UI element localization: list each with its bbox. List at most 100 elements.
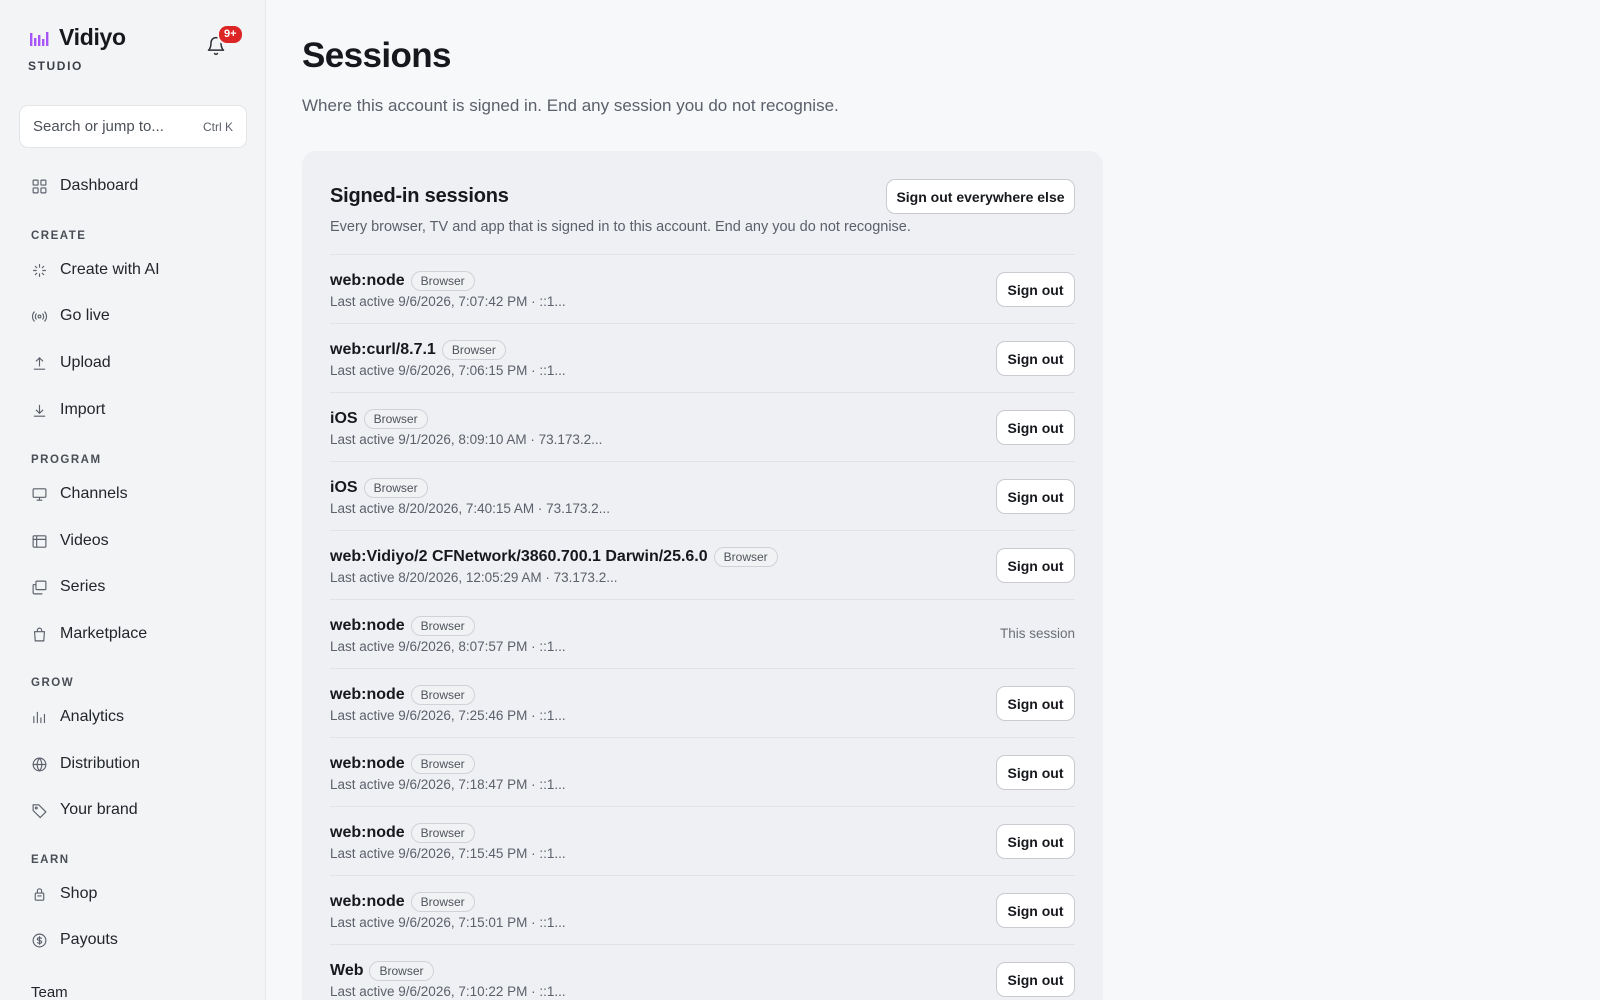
session-type-badge: Browser — [410, 271, 475, 291]
session-last-active: Last active 9/6/2026, 7:15:45 PM · ::1..… — [330, 846, 566, 861]
session-last-active: Last active 9/1/2026, 8:09:10 AM · 73.17… — [330, 432, 603, 447]
bar-chart-icon — [33, 711, 46, 723]
nav-item-label: Shop — [60, 885, 98, 902]
session-row: web:node Browser Last active 9/6/2026, 8:0… — [330, 599, 1075, 668]
session-row: web:node Browser Last active 9/6/2026, 7:1… — [330, 875, 1075, 944]
session-row: Web Browser Last active 9/6/2026, 7:10:22 … — [330, 944, 1075, 1000]
nav-item-shop[interactable]: Shop — [31, 881, 241, 907]
session-last-active: Last active 9/6/2026, 7:07:42 PM · ::1..… — [330, 294, 566, 309]
sign-out-button[interactable]: Sign out — [996, 893, 1075, 928]
session-last-active: Last active 9/6/2026, 7:10:22 PM · ::1..… — [330, 984, 566, 999]
brand-name: Vidiyo — [59, 24, 126, 50]
nav-item-dashboard[interactable]: Dashboard — [31, 173, 241, 199]
session-type-badge: Browser — [410, 754, 475, 774]
session-name-group: web:node Browser — [330, 823, 475, 843]
session-name-group: iOS Browser — [330, 478, 428, 498]
nav-section-earn: EARN — [31, 854, 70, 866]
stack-icon — [32, 580, 47, 594]
broadcast-icon — [32, 310, 47, 322]
sign-out-button[interactable]: Sign out — [996, 341, 1075, 376]
session-last-active: Last active 8/20/2026, 12:05:29 AM · 73.… — [330, 570, 618, 585]
session-list: web:node Browser Last active 9/6/2026, 7:0… — [330, 254, 1075, 1000]
card-description: Every browser, TV and app that is signed… — [330, 219, 911, 235]
session-device-name: web:node — [330, 617, 405, 634]
session-row: web:node Browser Last active 9/6/2026, 7:0… — [330, 254, 1075, 323]
sign-out-button[interactable]: Sign out — [996, 410, 1075, 445]
nav-item-label: Dashboard — [60, 177, 139, 194]
nav-item-label: Import — [60, 401, 106, 418]
sign-out-button[interactable]: Sign out — [996, 755, 1075, 790]
session-device-name: web:node — [330, 272, 405, 289]
session-type-badge: Browser — [363, 409, 428, 429]
session-device-name: iOS — [330, 410, 358, 427]
sign-out-button[interactable]: Sign out — [996, 686, 1075, 721]
nav-item-label: Analytics — [60, 708, 125, 725]
session-name-group: web:node Browser — [330, 685, 475, 705]
nav-item-label: Create with AI — [60, 261, 160, 278]
nav-section-grow: GROW — [31, 677, 75, 689]
session-type-badge: Browser — [369, 961, 434, 981]
session-device-name: web:node — [330, 755, 405, 772]
nav-item-upload[interactable]: Upload — [31, 350, 241, 376]
nav-item-distribution[interactable]: Distribution — [31, 751, 241, 777]
nav-item-label: Series — [60, 578, 106, 595]
notifications-button[interactable]: 9+ — [206, 24, 244, 60]
nav-item-label: Marketplace — [60, 625, 148, 642]
session-last-active: Last active 9/6/2026, 7:06:15 PM · ::1..… — [330, 363, 566, 378]
nav-section-program: PROGRAM — [31, 454, 102, 466]
nav-item-import[interactable]: Import — [31, 397, 241, 423]
card-title: Signed-in sessions — [330, 185, 509, 207]
session-type-badge: Browser — [713, 547, 778, 567]
session-name-group: Web Browser — [330, 961, 434, 981]
session-device-name: web:node — [330, 824, 405, 841]
nav-item-analytics[interactable]: Analytics — [31, 704, 241, 730]
brand-subtitle: STUDIO — [28, 59, 83, 73]
grid-icon — [32, 179, 47, 193]
sign-out-everywhere-button[interactable]: Sign out everywhere else — [886, 179, 1075, 214]
session-device-name: web:curl/8.7.1 — [330, 341, 436, 358]
sign-out-button[interactable]: Sign out — [996, 962, 1075, 997]
session-device-name: Web — [330, 962, 364, 979]
search-input[interactable]: Search or jump to... Ctrl K — [19, 105, 247, 148]
sign-out-button[interactable]: Sign out — [996, 548, 1075, 583]
session-name-group: web:curl/8.7.1 Browser — [330, 340, 506, 360]
nav-item-marketplace[interactable]: Marketplace — [31, 621, 241, 647]
sign-out-button[interactable]: Sign out — [996, 479, 1075, 514]
session-type-badge: Browser — [410, 685, 475, 705]
session-device-name: web:Vidiyo/2 CFNetwork/3860.700.1 Darwin… — [330, 548, 708, 565]
nav-item-series[interactable]: Series — [31, 574, 241, 600]
download-icon — [33, 404, 46, 417]
nav-item-go-live[interactable]: Go live — [31, 303, 241, 329]
nav-item-label: Videos — [60, 532, 109, 549]
page-subtitle: Where this account is signed in. End any… — [302, 96, 839, 115]
session-row: web:node Browser Last active 9/6/2026, 7:1… — [330, 806, 1075, 875]
shopping-bag-icon — [33, 627, 46, 641]
signed-in-sessions-card: Signed-in sessions Sign out everywhere e… — [302, 151, 1103, 1000]
brand[interactable]: Vidiyo STUDIO — [28, 24, 126, 73]
nav-item-payouts[interactable]: Payouts — [31, 927, 241, 953]
lock-bag-icon — [34, 887, 45, 901]
session-device-name: iOS — [330, 479, 358, 496]
session-row: iOS Browser Last active 9/1/2026, 8:09:10 … — [330, 392, 1075, 461]
session-last-active: Last active 9/6/2026, 7:18:47 PM · ::1..… — [330, 777, 566, 792]
session-last-active: Last active 9/6/2026, 7:25:46 PM · ::1..… — [330, 708, 566, 723]
video-grid-icon — [32, 534, 47, 548]
sign-out-button[interactable]: Sign out — [996, 272, 1075, 307]
nav-item-label: Your brand — [60, 801, 138, 818]
session-name-group: web:node Browser — [330, 892, 475, 912]
session-device-name: web:node — [330, 893, 405, 910]
session-last-active: Last active 9/6/2026, 7:15:01 PM · ::1..… — [330, 915, 566, 930]
nav-item-videos[interactable]: Videos — [31, 528, 241, 554]
sign-out-button[interactable]: Sign out — [996, 824, 1075, 859]
upload-icon — [33, 356, 46, 370]
sparkle-icon — [33, 263, 46, 277]
nav-item-label: Go live — [60, 307, 110, 324]
nav-section-team[interactable]: Team — [31, 984, 68, 1000]
nav-item-create-with-ai[interactable]: Create with AI — [31, 257, 241, 283]
nav-item-channels[interactable]: Channels — [31, 481, 241, 507]
session-row: web:node Browser Last active 9/6/2026, 7:2… — [330, 668, 1075, 737]
nav-item-your-brand[interactable]: Your brand — [31, 797, 241, 823]
search-placeholder: Search or jump to... — [33, 118, 164, 135]
session-last-active: Last active 9/6/2026, 8:07:57 PM · ::1..… — [330, 639, 566, 654]
session-type-badge: Browser — [410, 823, 475, 843]
